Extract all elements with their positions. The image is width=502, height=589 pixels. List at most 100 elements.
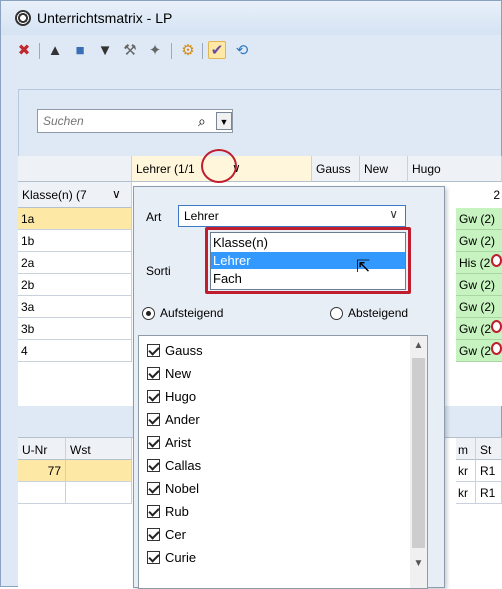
checkbox[interactable] <box>147 481 160 495</box>
checkbox[interactable] <box>147 504 160 518</box>
delete-icon[interactable]: ✖ <box>15 41 33 59</box>
gear-icon[interactable]: ⚙ <box>179 41 197 59</box>
table-cell-unr[interactable] <box>18 482 66 504</box>
checklist-icon[interactable]: ✔ <box>208 41 226 59</box>
item-label: Ander <box>165 411 200 427</box>
checkbox[interactable] <box>147 366 160 380</box>
table-cell-unr[interactable]: 77 <box>18 460 66 482</box>
search-dropdown-button[interactable]: ▼ <box>216 112 232 130</box>
row-3a[interactable]: 3a <box>18 296 132 318</box>
row-header-title[interactable]: Klasse(n) (7 ∨ <box>18 182 132 208</box>
title-bar: Unterrichtsmatrix - LP <box>1 1 501 35</box>
row-2a[interactable]: 2a <box>18 252 132 274</box>
row-1a[interactable]: 1a <box>18 208 132 230</box>
toolbar-separator <box>171 43 172 59</box>
checkbox[interactable] <box>147 412 160 426</box>
list-item[interactable]: Gauss <box>147 341 203 359</box>
wand-icon[interactable]: ✦ <box>146 41 164 59</box>
table-cell-m[interactable]: kr <box>456 460 476 482</box>
checkbox[interactable] <box>147 550 160 564</box>
column-header-new[interactable]: New <box>360 156 408 182</box>
checkbox[interactable] <box>147 343 160 357</box>
app-icon <box>15 10 31 26</box>
chevron-down-icon[interactable]: ∨ <box>389 207 398 221</box>
item-label: New <box>165 365 192 381</box>
checkbox[interactable] <box>147 527 160 541</box>
lehrer-header-label: Lehrer (1 <box>136 162 185 176</box>
lehrer-header-count: /1 <box>184 162 195 176</box>
row-2b[interactable]: 2b <box>18 274 132 296</box>
teacher-checkbox-list: Gauss New Hugo Ander Arist Callas Nobel … <box>138 335 428 589</box>
hugo-cell[interactable]: Gw (2) <box>456 208 502 230</box>
item-label: Cer <box>165 526 186 542</box>
table-cell-st[interactable]: R1 <box>476 460 502 482</box>
row-3b[interactable]: 3b <box>18 318 132 340</box>
item-label: Nobel <box>165 480 199 496</box>
header-unr[interactable]: U-Nr <box>18 438 66 460</box>
column-header-gauss[interactable]: Gauss <box>312 156 360 182</box>
scroll-down-icon[interactable]: ▼ <box>410 558 427 569</box>
hugo-count: 2 <box>456 182 502 208</box>
art-label: Art <box>146 210 162 224</box>
item-label: Rub <box>165 503 189 519</box>
list-item[interactable]: New <box>147 364 191 382</box>
art-select[interactable]: Lehrer ∨ <box>178 205 406 227</box>
hugo-cell[interactable]: Gw (2) <box>456 296 502 318</box>
list-scrollbar[interactable]: ▲ ▼ <box>410 336 427 588</box>
radio-ascending[interactable]: Aufsteigend <box>142 306 223 320</box>
checkbox[interactable] <box>147 435 160 449</box>
row-header-label: Klasse(n) (7 <box>22 188 87 202</box>
scroll-thumb[interactable] <box>412 358 425 548</box>
search-box: ⌕ ▼ <box>37 109 233 133</box>
header-wst[interactable]: Wst <box>66 438 132 460</box>
radio-ascending-button[interactable] <box>142 306 155 320</box>
sort-label: Sorti <box>146 264 171 278</box>
search-input[interactable] <box>38 110 188 132</box>
wrench-icon[interactable]: ⚒ <box>121 41 139 59</box>
search-icon[interactable]: ⌕ <box>198 113 206 130</box>
sort-filter-popup: Art Lehrer ∨ Sorti Klasse(n) Lehrer Fach… <box>133 186 445 589</box>
toolbar-separator <box>202 43 203 59</box>
radio-ascending-label: Aufsteigend <box>160 306 224 320</box>
list-item[interactable]: Ander <box>147 410 200 428</box>
item-label: Gauss <box>165 342 203 358</box>
hugo-cell[interactable]: Gw (2) <box>456 274 502 296</box>
list-item[interactable]: Arist <box>147 433 191 451</box>
header-m[interactable]: m <box>456 438 476 460</box>
toolbar-separator <box>39 43 40 59</box>
list-item[interactable]: Rub <box>147 502 189 520</box>
item-label: Curie <box>165 549 197 565</box>
checkbox[interactable] <box>147 458 160 472</box>
hugo-cell[interactable]: Gw (2) <box>456 230 502 252</box>
art-select-value: Lehrer <box>184 209 219 223</box>
row-4[interactable]: 4 <box>18 340 132 362</box>
table-cell-m[interactable]: kr <box>456 482 476 504</box>
table-cell-wst[interactable] <box>66 482 132 504</box>
book-icon[interactable]: ■ <box>71 41 89 59</box>
chevron-down-icon[interactable]: ∨ <box>112 187 121 201</box>
main-window: Unterrichtsmatrix - LP ✖ ▲ ■ ▼ ⚒ ✦ ⚙ ✔ ⟲… <box>0 0 502 589</box>
table-cell-st[interactable]: R1 <box>476 482 502 504</box>
list-item[interactable]: Nobel <box>147 479 199 497</box>
list-item[interactable]: Cer <box>147 525 186 543</box>
list-item[interactable]: Callas <box>147 456 201 474</box>
row-1b[interactable]: 1b <box>18 230 132 252</box>
list-item[interactable]: Hugo <box>147 387 196 405</box>
highlight-box <box>205 227 411 294</box>
conflict-marker-icon <box>491 342 502 355</box>
teacher-hat-icon[interactable]: ▼ <box>96 41 114 59</box>
refresh-icon[interactable]: ⟲ <box>233 41 251 59</box>
scroll-up-icon[interactable]: ▲ <box>410 340 427 351</box>
table-cell-wst[interactable] <box>66 460 132 482</box>
column-header-hugo[interactable]: Hugo <box>408 156 502 182</box>
radio-descending[interactable]: Absteigend <box>330 306 408 320</box>
graduation-cap-icon[interactable]: ▲ <box>46 41 64 59</box>
header-st[interactable]: St <box>476 438 502 460</box>
radio-descending-button[interactable] <box>330 306 343 320</box>
item-label: Callas <box>165 457 202 473</box>
list-item[interactable]: Curie <box>147 548 196 566</box>
window-title: Unterrichtsmatrix - LP <box>37 10 173 26</box>
mouse-cursor-icon: ⇱ <box>356 257 371 276</box>
checkbox[interactable] <box>147 389 160 403</box>
grid-corner <box>18 156 132 182</box>
